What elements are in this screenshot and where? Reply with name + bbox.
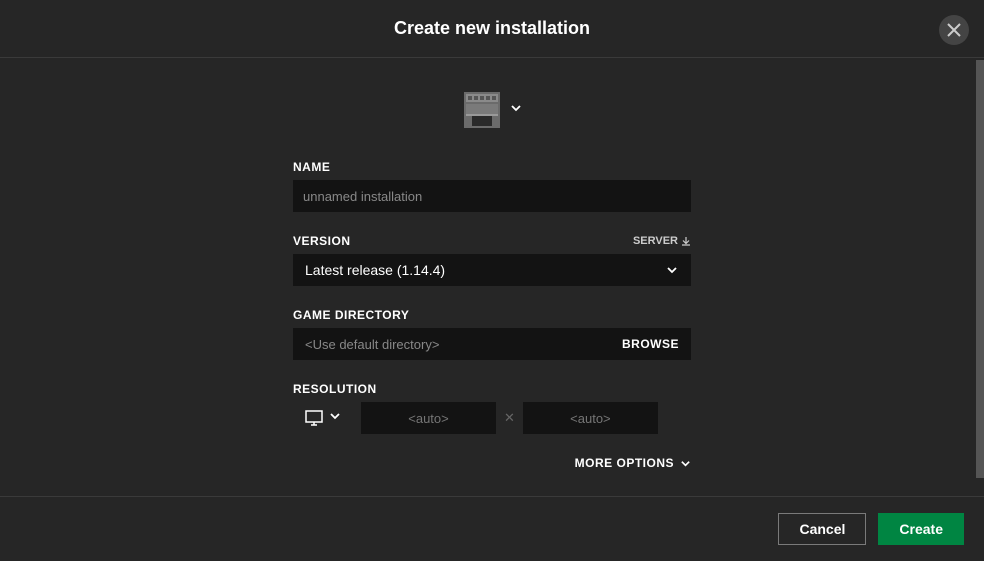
chevron-down-icon xyxy=(665,263,679,277)
installation-form: NAME VERSION SERVER Latest release (1.14… xyxy=(293,160,691,470)
scrollbar-track[interactable] xyxy=(976,60,984,490)
resolution-width-input[interactable] xyxy=(361,402,496,434)
monitor-icon xyxy=(305,410,323,426)
resolution-height-input[interactable] xyxy=(523,402,658,434)
dialog-content: NAME VERSION SERVER Latest release (1.14… xyxy=(0,58,984,470)
game-directory-row: <Use default directory> BROWSE xyxy=(293,328,691,360)
installation-icon-selector[interactable] xyxy=(462,90,522,130)
game-directory-field-group: GAME DIRECTORY <Use default directory> B… xyxy=(293,308,691,360)
create-button-label: Create xyxy=(899,521,943,537)
cancel-button-label: Cancel xyxy=(799,521,845,537)
game-directory-label: GAME DIRECTORY xyxy=(293,308,409,322)
resolution-separator: ✕ xyxy=(504,410,515,426)
close-button[interactable] xyxy=(939,15,969,45)
name-label: NAME xyxy=(293,160,330,174)
version-select[interactable]: Latest release (1.14.4) xyxy=(293,254,691,286)
chevron-down-icon xyxy=(510,101,522,119)
chevron-down-icon xyxy=(329,409,341,427)
cancel-button[interactable]: Cancel xyxy=(778,513,866,545)
chevron-down-icon xyxy=(680,458,691,469)
dialog-header: Create new installation xyxy=(0,0,984,58)
close-icon xyxy=(947,23,961,37)
version-label: VERSION xyxy=(293,234,351,248)
more-options-toggle[interactable]: MORE OPTIONS xyxy=(293,456,691,470)
scrollbar-thumb[interactable] xyxy=(976,60,984,478)
server-label: SERVER xyxy=(633,235,678,247)
name-field-group: NAME xyxy=(293,160,691,212)
name-input[interactable] xyxy=(293,180,691,212)
dialog-footer: Cancel Create xyxy=(0,496,984,561)
version-field-group: VERSION SERVER Latest release (1.14.4) xyxy=(293,234,691,286)
version-selected-value: Latest release (1.14.4) xyxy=(305,262,445,278)
dialog-title: Create new installation xyxy=(394,18,590,39)
more-options-label: MORE OPTIONS xyxy=(575,456,674,470)
resolution-label: RESOLUTION xyxy=(293,382,377,396)
download-icon xyxy=(681,236,691,246)
game-directory-placeholder: <Use default directory> xyxy=(305,337,439,352)
create-button[interactable]: Create xyxy=(878,513,964,545)
resolution-field-group: RESOLUTION ✕ xyxy=(293,382,691,434)
monitor-preset-select[interactable] xyxy=(293,402,353,434)
furnace-icon xyxy=(462,90,502,130)
browse-button[interactable]: BROWSE xyxy=(622,337,679,351)
server-download-link[interactable]: SERVER xyxy=(633,235,691,247)
